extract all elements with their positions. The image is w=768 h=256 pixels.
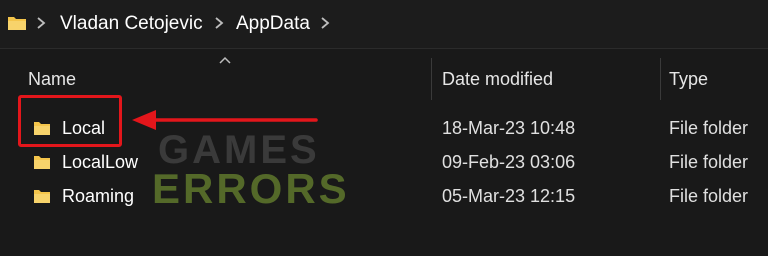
column-header-date-modified[interactable]: Date modified bbox=[442, 68, 553, 90]
breadcrumb-item-appdata[interactable]: AppData bbox=[236, 12, 310, 36]
column-divider[interactable] bbox=[431, 58, 432, 100]
chevron-right-icon[interactable] bbox=[212, 14, 226, 32]
list-item[interactable]: Roaming 05-Mar-23 12:15 File folder bbox=[0, 179, 768, 213]
chevron-right-icon[interactable] bbox=[318, 14, 332, 32]
chevron-right-icon[interactable] bbox=[34, 14, 48, 32]
column-header-name[interactable]: Name bbox=[28, 68, 76, 90]
file-type: File folder bbox=[669, 152, 749, 172]
file-type: File folder bbox=[669, 118, 749, 138]
file-date: 18-Mar-23 10:48 bbox=[442, 118, 576, 138]
breadcrumb: Vladan Cetojevic AppData bbox=[0, 0, 768, 49]
file-type: File folder bbox=[669, 186, 749, 206]
highlight-box bbox=[18, 95, 122, 147]
file-name: Roaming bbox=[62, 186, 135, 206]
arrow-left-icon bbox=[132, 110, 318, 130]
file-date: 09-Feb-23 03:06 bbox=[442, 152, 576, 172]
folder-icon[interactable] bbox=[6, 12, 28, 34]
breadcrumb-item-user[interactable]: Vladan Cetojevic bbox=[60, 12, 203, 36]
list-item[interactable]: LocalLow 09-Feb-23 03:06 File folder bbox=[0, 145, 768, 179]
column-header-row bbox=[0, 58, 768, 98]
column-header-type[interactable]: Type bbox=[669, 68, 708, 90]
file-name: LocalLow bbox=[62, 152, 139, 172]
folder-icon bbox=[34, 190, 50, 203]
column-divider[interactable] bbox=[660, 58, 661, 100]
folder-icon bbox=[34, 156, 50, 169]
file-date: 05-Mar-23 12:15 bbox=[442, 186, 576, 206]
